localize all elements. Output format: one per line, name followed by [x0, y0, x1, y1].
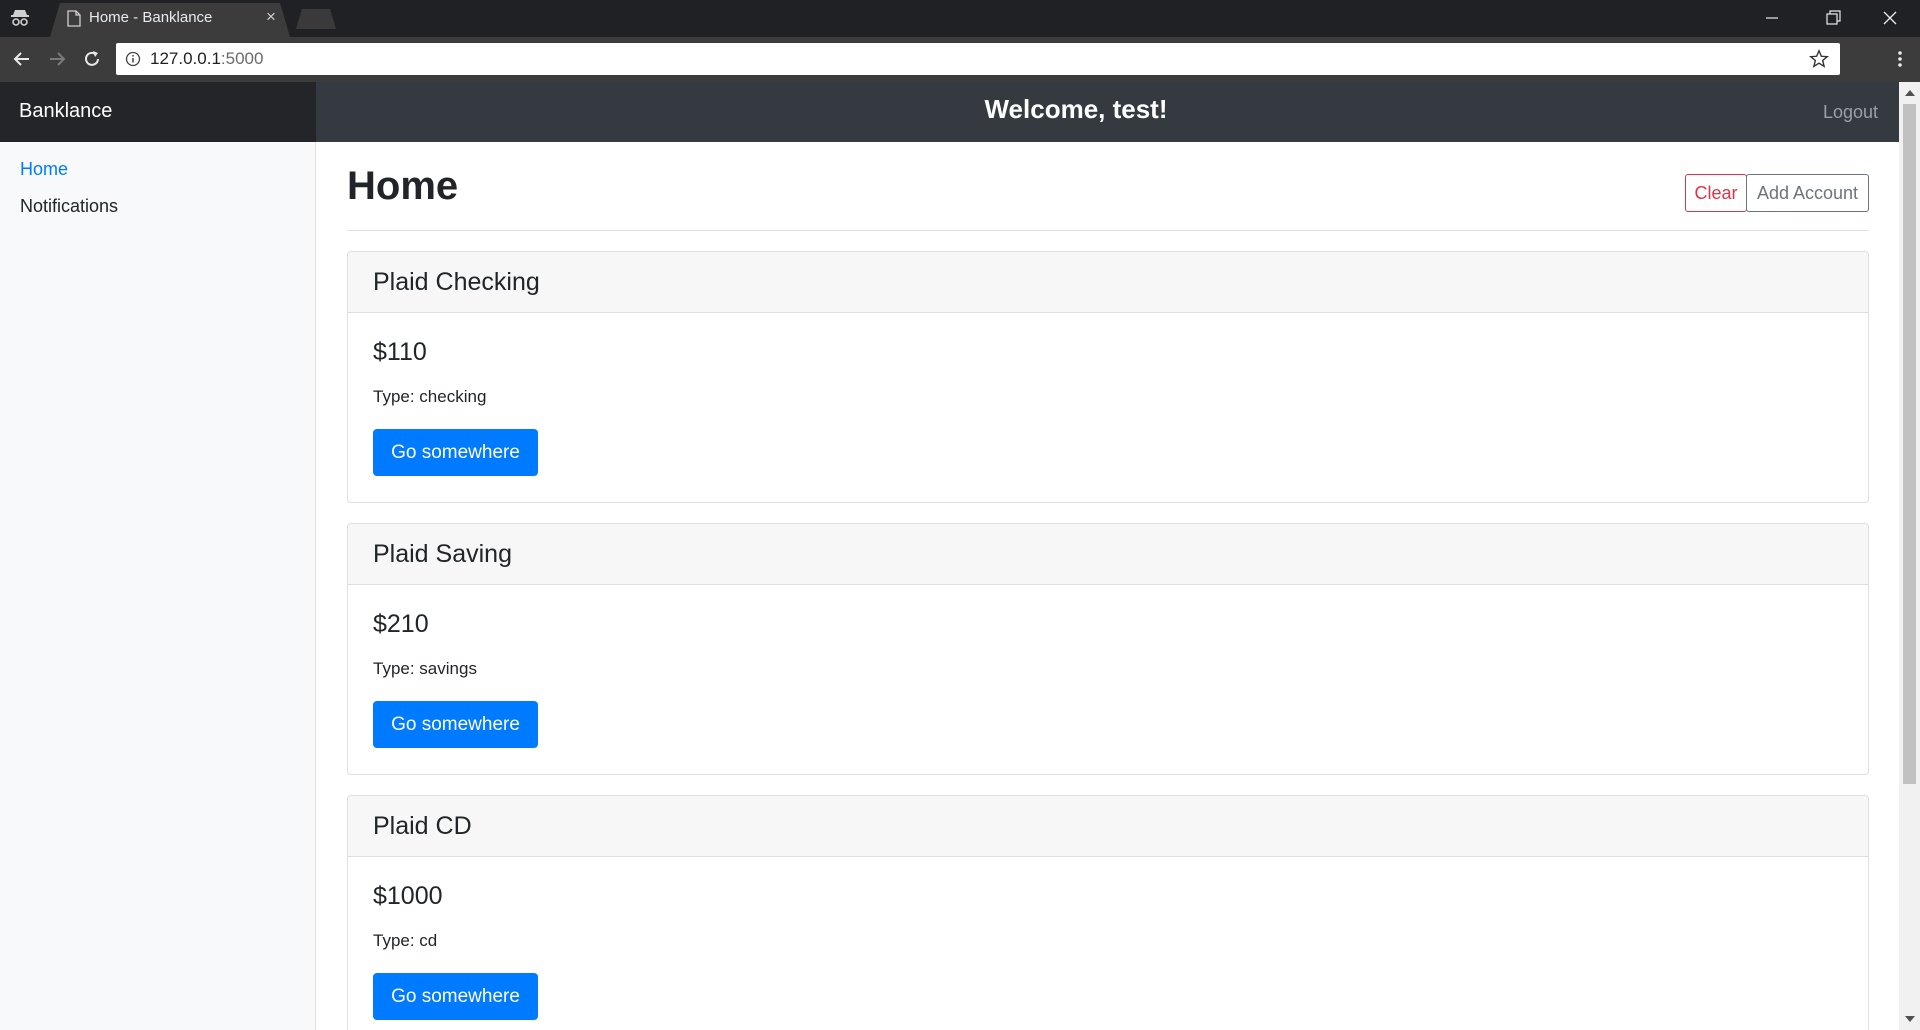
title-divider [347, 230, 1869, 231]
restore-icon[interactable] [1821, 6, 1845, 30]
sidebar-item-notifications[interactable]: Notifications [20, 196, 118, 217]
browser-toolbar: 127.0.0.1:5000 [0, 37, 1920, 82]
account-name: Plaid Checking [373, 268, 540, 296]
card-header: Plaid Saving [348, 524, 1868, 585]
back-icon[interactable] [10, 47, 34, 71]
account-card-checking: Plaid Checking $110 Type: checking Go so… [347, 251, 1869, 503]
go-somewhere-button[interactable]: Go somewhere [373, 429, 538, 476]
page-scrollbar[interactable] [1899, 82, 1920, 1030]
bookmark-star-icon[interactable] [1808, 48, 1830, 70]
account-type: Type: cd [373, 931, 438, 950]
account-balance: $110 [373, 338, 427, 366]
account-name: Plaid Saving [373, 540, 512, 568]
page-file-icon [67, 10, 81, 27]
account-balance: $210 [373, 610, 429, 638]
tab-title: Home - Banklance [89, 9, 213, 26]
reload-icon[interactable] [80, 47, 104, 71]
url-port: :5000 [220, 49, 264, 68]
account-card-cd: Plaid CD $1000 Type: cd Go somewhere [347, 795, 1869, 1030]
top-navbar: Welcome, test! Logout [316, 82, 1899, 142]
page-title: Home [347, 164, 459, 208]
browser-menu-icon[interactable] [1889, 47, 1911, 71]
clear-button[interactable]: Clear [1685, 174, 1747, 212]
browser-tabstrip: Home - Banklance × [0, 0, 1920, 37]
scroll-down-arrow-icon[interactable] [1905, 1016, 1915, 1022]
scroll-thumb[interactable] [1903, 104, 1916, 784]
minimize-icon[interactable] [1760, 6, 1784, 30]
new-tab-button[interactable] [296, 9, 336, 29]
info-icon[interactable] [125, 51, 141, 67]
tab-close-icon[interactable]: × [262, 8, 280, 26]
go-somewhere-button[interactable]: Go somewhere [373, 973, 538, 1020]
account-balance: $1000 [373, 882, 443, 910]
url-host: 127.0.0.1 [150, 49, 221, 68]
logout-link[interactable]: Logout [1823, 102, 1878, 123]
account-card-saving: Plaid Saving $210 Type: savings Go somew… [347, 523, 1869, 775]
url-text[interactable]: 127.0.0.1:5000 [150, 49, 263, 69]
sidebar: Home Notifications [0, 142, 316, 1030]
account-type: Type: checking [373, 387, 487, 406]
account-type: Type: savings [373, 659, 477, 678]
sidebar-item-home[interactable]: Home [20, 159, 68, 180]
card-header: Plaid CD [348, 796, 1868, 857]
account-name: Plaid CD [373, 812, 472, 840]
card-header: Plaid Checking [348, 252, 1868, 313]
close-window-icon[interactable] [1878, 6, 1902, 30]
welcome-message: Welcome, test! [984, 94, 1168, 124]
incognito-icon [11, 10, 29, 26]
web-page: Banklance Welcome, test! Logout Home Not… [0, 82, 1899, 1030]
go-somewhere-button[interactable]: Go somewhere [373, 701, 538, 748]
brand-bar[interactable]: Banklance [0, 82, 316, 142]
address-bar[interactable]: 127.0.0.1:5000 [116, 43, 1840, 75]
scroll-up-arrow-icon[interactable] [1905, 90, 1915, 96]
add-account-button[interactable]: Add Account [1746, 174, 1869, 212]
forward-icon[interactable] [45, 47, 69, 71]
brand-name[interactable]: Banklance [19, 100, 112, 123]
